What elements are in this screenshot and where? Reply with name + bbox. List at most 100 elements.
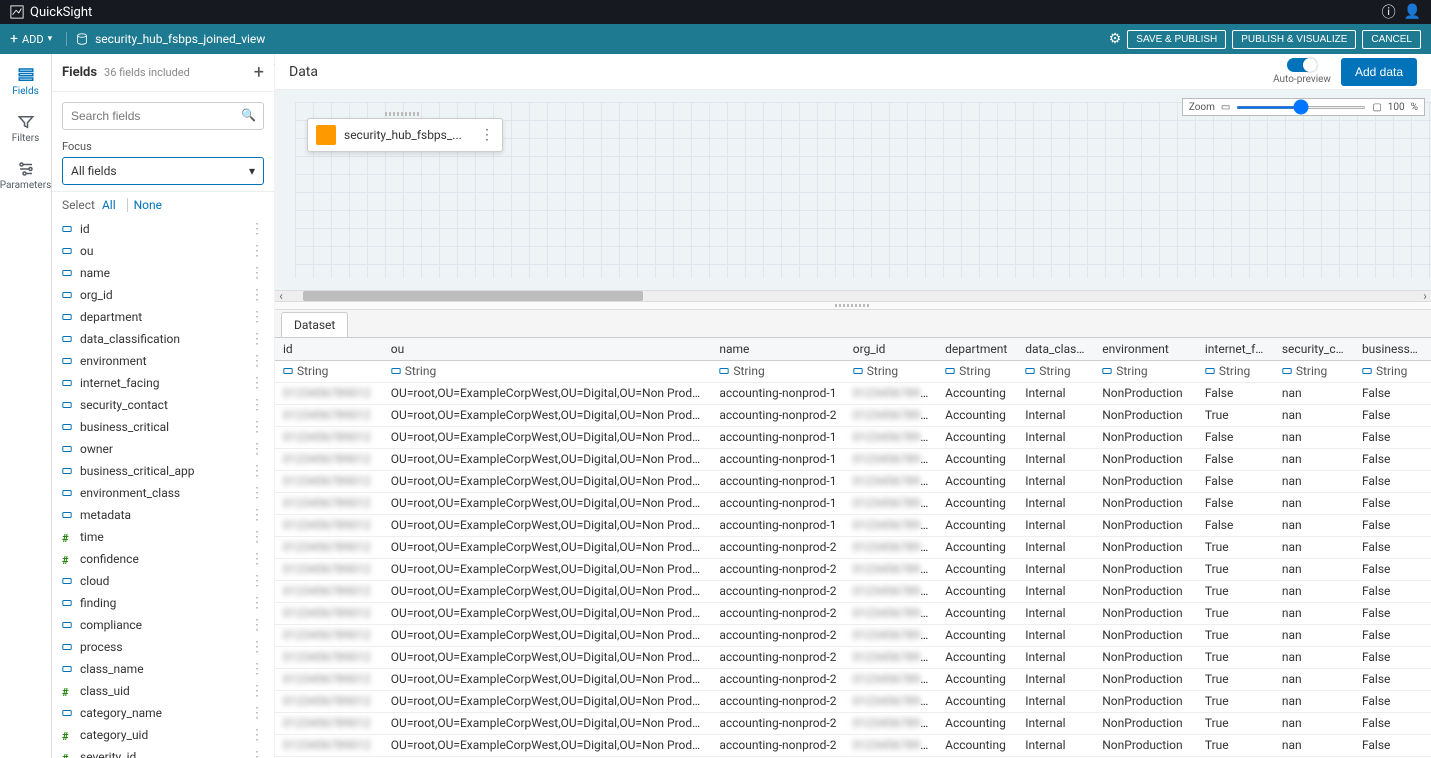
table-row[interactable]: 0123456789012OU=root,OU=ExampleCorpWest,… [275, 558, 1431, 580]
field-item[interactable]: #confidence⋮ [52, 548, 274, 570]
table-row[interactable]: 0123456789012OU=root,OU=ExampleCorpWest,… [275, 514, 1431, 536]
column-header[interactable]: security_co... [1274, 338, 1354, 360]
table-row[interactable]: 0123456789012OU=root,OU=ExampleCorpWest,… [275, 404, 1431, 426]
field-more-icon[interactable]: ⋮ [250, 485, 264, 501]
field-more-icon[interactable]: ⋮ [250, 353, 264, 369]
canvas[interactable]: Zoom ▭ ▢ 100% security_hub_fsbps_... ⋮ [275, 90, 1431, 290]
field-more-icon[interactable]: ⋮ [250, 463, 264, 479]
field-item[interactable]: org_id⋮ [52, 284, 274, 306]
field-more-icon[interactable]: ⋮ [250, 441, 264, 457]
node-menu-icon[interactable]: ⋮ [480, 127, 494, 143]
field-more-icon[interactable]: ⋮ [250, 551, 264, 567]
field-more-icon[interactable]: ⋮ [250, 639, 264, 655]
field-item[interactable]: environment⋮ [52, 350, 274, 372]
publish-visualize-button[interactable]: PUBLISH & VISUALIZE [1232, 30, 1356, 49]
table-row[interactable]: 0123456789012OU=root,OU=ExampleCorpWest,… [275, 646, 1431, 668]
field-more-icon[interactable]: ⋮ [250, 397, 264, 413]
vertical-splitter[interactable] [275, 302, 1431, 310]
column-header[interactable]: org_id [845, 338, 937, 360]
field-item[interactable]: business_critical_app⋮ [52, 460, 274, 482]
nav-parameters[interactable]: Parameters [0, 156, 51, 195]
field-item[interactable]: #time⋮ [52, 526, 274, 548]
table-row[interactable]: 0123456789012OU=root,OU=ExampleCorpWest,… [275, 624, 1431, 646]
table-row[interactable]: 0123456789012OU=root,OU=ExampleCorpWest,… [275, 426, 1431, 448]
dataset-node[interactable]: security_hub_fsbps_... ⋮ [307, 118, 503, 152]
field-more-icon[interactable]: ⋮ [250, 529, 264, 545]
help-icon[interactable]: ⓘ [1382, 2, 1396, 22]
field-more-icon[interactable]: ⋮ [250, 265, 264, 281]
table-row[interactable]: 0123456789012OU=root,OU=ExampleCorpWest,… [275, 690, 1431, 712]
field-item[interactable]: security_contact⋮ [52, 394, 274, 416]
canvas-hscroll[interactable]: ‹ › [275, 290, 1431, 302]
field-more-icon[interactable]: ⋮ [250, 661, 264, 677]
table-row[interactable]: 0123456789012OU=root,OU=ExampleCorpWest,… [275, 470, 1431, 492]
table-row[interactable]: 0123456789012OU=root,OU=ExampleCorpWest,… [275, 734, 1431, 756]
select-none[interactable]: None [127, 198, 162, 212]
settings-icon[interactable]: ⚙ [1109, 31, 1122, 47]
field-item[interactable]: internet_facing⋮ [52, 372, 274, 394]
column-header[interactable]: name [711, 338, 844, 360]
select-all[interactable]: All [102, 198, 116, 212]
field-item[interactable]: #class_uid⋮ [52, 680, 274, 702]
field-more-icon[interactable]: ⋮ [250, 221, 264, 237]
add-button[interactable]: + ADD ▾ [10, 31, 52, 47]
table-row[interactable]: 0123456789012OU=root,OU=ExampleCorpWest,… [275, 448, 1431, 470]
nav-filters[interactable]: Filters [0, 109, 51, 148]
field-item[interactable]: name⋮ [52, 262, 274, 284]
add-field-button[interactable]: + [254, 62, 264, 83]
field-more-icon[interactable]: ⋮ [250, 573, 264, 589]
field-item[interactable]: business_critical⋮ [52, 416, 274, 438]
field-more-icon[interactable]: ⋮ [250, 617, 264, 633]
field-item[interactable]: category_name⋮ [52, 702, 274, 724]
field-more-icon[interactable]: ⋮ [250, 287, 264, 303]
field-item[interactable]: #category_uid⋮ [52, 724, 274, 746]
dataset-name[interactable]: security_hub_fsbps_joined_view [66, 32, 265, 46]
user-icon[interactable]: 👤 [1404, 4, 1421, 20]
field-item[interactable]: cloud⋮ [52, 570, 274, 592]
column-header[interactable]: business_c... [1354, 338, 1431, 360]
column-header[interactable]: department [937, 338, 1017, 360]
column-header[interactable]: internet_fa... [1197, 338, 1274, 360]
focus-select[interactable]: All fields ▾ [62, 157, 264, 185]
node-drag-handle[interactable] [385, 112, 421, 116]
table-row[interactable]: 0123456789012OU=root,OU=ExampleCorpWest,… [275, 668, 1431, 690]
field-item[interactable]: ou⋮ [52, 240, 274, 262]
field-item[interactable]: data_classification⋮ [52, 328, 274, 350]
field-item[interactable]: metadata⋮ [52, 504, 274, 526]
field-more-icon[interactable]: ⋮ [250, 595, 264, 611]
field-more-icon[interactable]: ⋮ [250, 705, 264, 721]
field-item[interactable]: owner⋮ [52, 438, 274, 460]
column-header[interactable]: data_classi... [1017, 338, 1094, 360]
tab-dataset[interactable]: Dataset [281, 312, 348, 337]
nav-fields[interactable]: Fields [0, 62, 51, 101]
field-item[interactable]: department⋮ [52, 306, 274, 328]
search-icon[interactable]: 🔍 [241, 108, 256, 122]
table-row[interactable]: 0123456789012OU=root,OU=ExampleCorpWest,… [275, 602, 1431, 624]
table-row[interactable]: 0123456789012OU=root,OU=ExampleCorpWest,… [275, 580, 1431, 602]
field-more-icon[interactable]: ⋮ [250, 507, 264, 523]
table-row[interactable]: 0123456789012OU=root,OU=ExampleCorpWest,… [275, 382, 1431, 404]
field-more-icon[interactable]: ⋮ [250, 749, 264, 758]
field-more-icon[interactable]: ⋮ [250, 331, 264, 347]
field-item[interactable]: #severity_id⋮ [52, 746, 274, 758]
field-more-icon[interactable]: ⋮ [250, 243, 264, 259]
zoom-fit-icon[interactable]: ▭ [1221, 102, 1230, 113]
table-row[interactable]: 0123456789012OU=root,OU=ExampleCorpWest,… [275, 712, 1431, 734]
field-item[interactable]: compliance⋮ [52, 614, 274, 636]
auto-preview-toggle[interactable] [1287, 58, 1317, 72]
column-header[interactable]: environment [1094, 338, 1197, 360]
add-data-button[interactable]: Add data [1341, 58, 1417, 86]
field-more-icon[interactable]: ⋮ [250, 375, 264, 391]
zoom-slider[interactable] [1236, 106, 1366, 109]
zoom-100-icon[interactable]: ▢ [1372, 102, 1381, 113]
column-header[interactable]: ou [383, 338, 712, 360]
field-more-icon[interactable]: ⋮ [250, 309, 264, 325]
table-row[interactable]: 0123456789012OU=root,OU=ExampleCorpWest,… [275, 536, 1431, 558]
field-item[interactable]: process⋮ [52, 636, 274, 658]
field-list[interactable]: id⋮ou⋮name⋮org_id⋮department⋮data_classi… [52, 218, 274, 758]
field-more-icon[interactable]: ⋮ [250, 419, 264, 435]
field-item[interactable]: finding⋮ [52, 592, 274, 614]
field-more-icon[interactable]: ⋮ [250, 683, 264, 699]
column-header[interactable]: id [275, 338, 383, 360]
field-item[interactable]: class_name⋮ [52, 658, 274, 680]
